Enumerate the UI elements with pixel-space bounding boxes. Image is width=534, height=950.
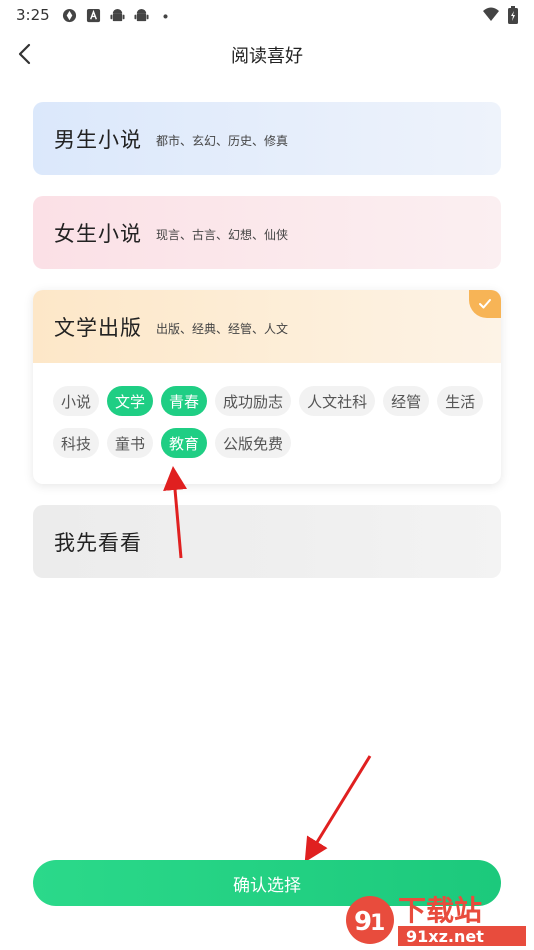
watermark-line2: 91xz.net — [406, 927, 484, 946]
dot-icon — [163, 13, 168, 18]
header: 阅读喜好 — [0, 30, 534, 78]
category-card-literature-expanded: 文学出版 出版、经典、经管、人文 小说 文学 青春 成功励志 人文社科 经管 生活 科技 童书… — [33, 290, 501, 484]
subcategory-tag[interactable]: 青春 — [161, 386, 208, 416]
status-icons — [62, 8, 173, 23]
subcategory-tag[interactable]: 人文社科 — [299, 386, 376, 416]
category-card-female[interactable]: 女生小说 现言、古言、幻想、仙侠 — [33, 196, 501, 269]
card-title: 女生小说 — [54, 221, 142, 246]
tag-row: 小说 文学 青春 成功励志 人文社科 经管 生活 — [53, 386, 493, 416]
status-bar: 3:25 — [0, 0, 534, 30]
tag-row: 科技 童书 教育 公版免费 — [53, 428, 493, 458]
card-title: 文学出版 — [54, 315, 142, 340]
settings-sync-icon — [62, 8, 76, 22]
checkmark-icon — [479, 299, 491, 309]
subcategory-tag[interactable]: 教育 — [161, 428, 208, 458]
subcategory-tag[interactable]: 童书 — [107, 428, 154, 458]
card-subtitle: 出版、经典、经管、人文 — [156, 322, 289, 336]
a-box-icon — [86, 8, 100, 22]
subcategory-tag[interactable]: 文学 — [107, 386, 154, 416]
page-title: 阅读喜好 — [231, 46, 303, 67]
card-title: 我先看看 — [54, 530, 142, 555]
subcategory-tag[interactable]: 生活 — [437, 386, 484, 416]
annotation-arrow-confirm — [304, 755, 372, 863]
status-right — [482, 6, 518, 24]
selected-check-badge — [469, 290, 501, 318]
subcategory-tag[interactable]: 经管 — [383, 386, 430, 416]
skip-browse-card[interactable]: 我先看看 — [33, 505, 501, 578]
status-time: 3:25 — [16, 6, 50, 24]
battery-icon — [508, 6, 518, 24]
card-subtitle: 现言、古言、幻想、仙侠 — [156, 228, 289, 242]
subcategory-tag[interactable]: 成功励志 — [215, 386, 292, 416]
card-subtitle: 都市、玄幻、历史、修真 — [156, 134, 289, 148]
watermark-line1: 下载站 — [398, 894, 482, 927]
reading-preference-screen: 3:25 阅读喜好 男生小说 都市、玄幻、历史、修真 女生小说 现言、古言、幻想… — [0, 0, 534, 950]
android-icon — [134, 8, 149, 21]
category-card-literature[interactable]: 文学出版 出版、经典、经管、人文 — [33, 290, 501, 363]
subcategory-tags: 小说 文学 青春 成功励志 人文社科 经管 生活 科技 童书 教育 公版免费 — [53, 386, 493, 470]
svg-text:1: 1 — [370, 911, 385, 936]
subcategory-tag[interactable]: 公版免费 — [215, 428, 292, 458]
wifi-icon — [483, 7, 499, 21]
android-icon — [110, 8, 125, 21]
subcategory-tag[interactable]: 科技 — [53, 428, 100, 458]
category-card-male[interactable]: 男生小说 都市、玄幻、历史、修真 — [33, 102, 501, 175]
site-watermark-logo: 9 1 下载站 91xz.net — [346, 894, 526, 946]
subcategory-tag[interactable]: 小说 — [53, 386, 100, 416]
card-title: 男生小说 — [54, 127, 142, 152]
